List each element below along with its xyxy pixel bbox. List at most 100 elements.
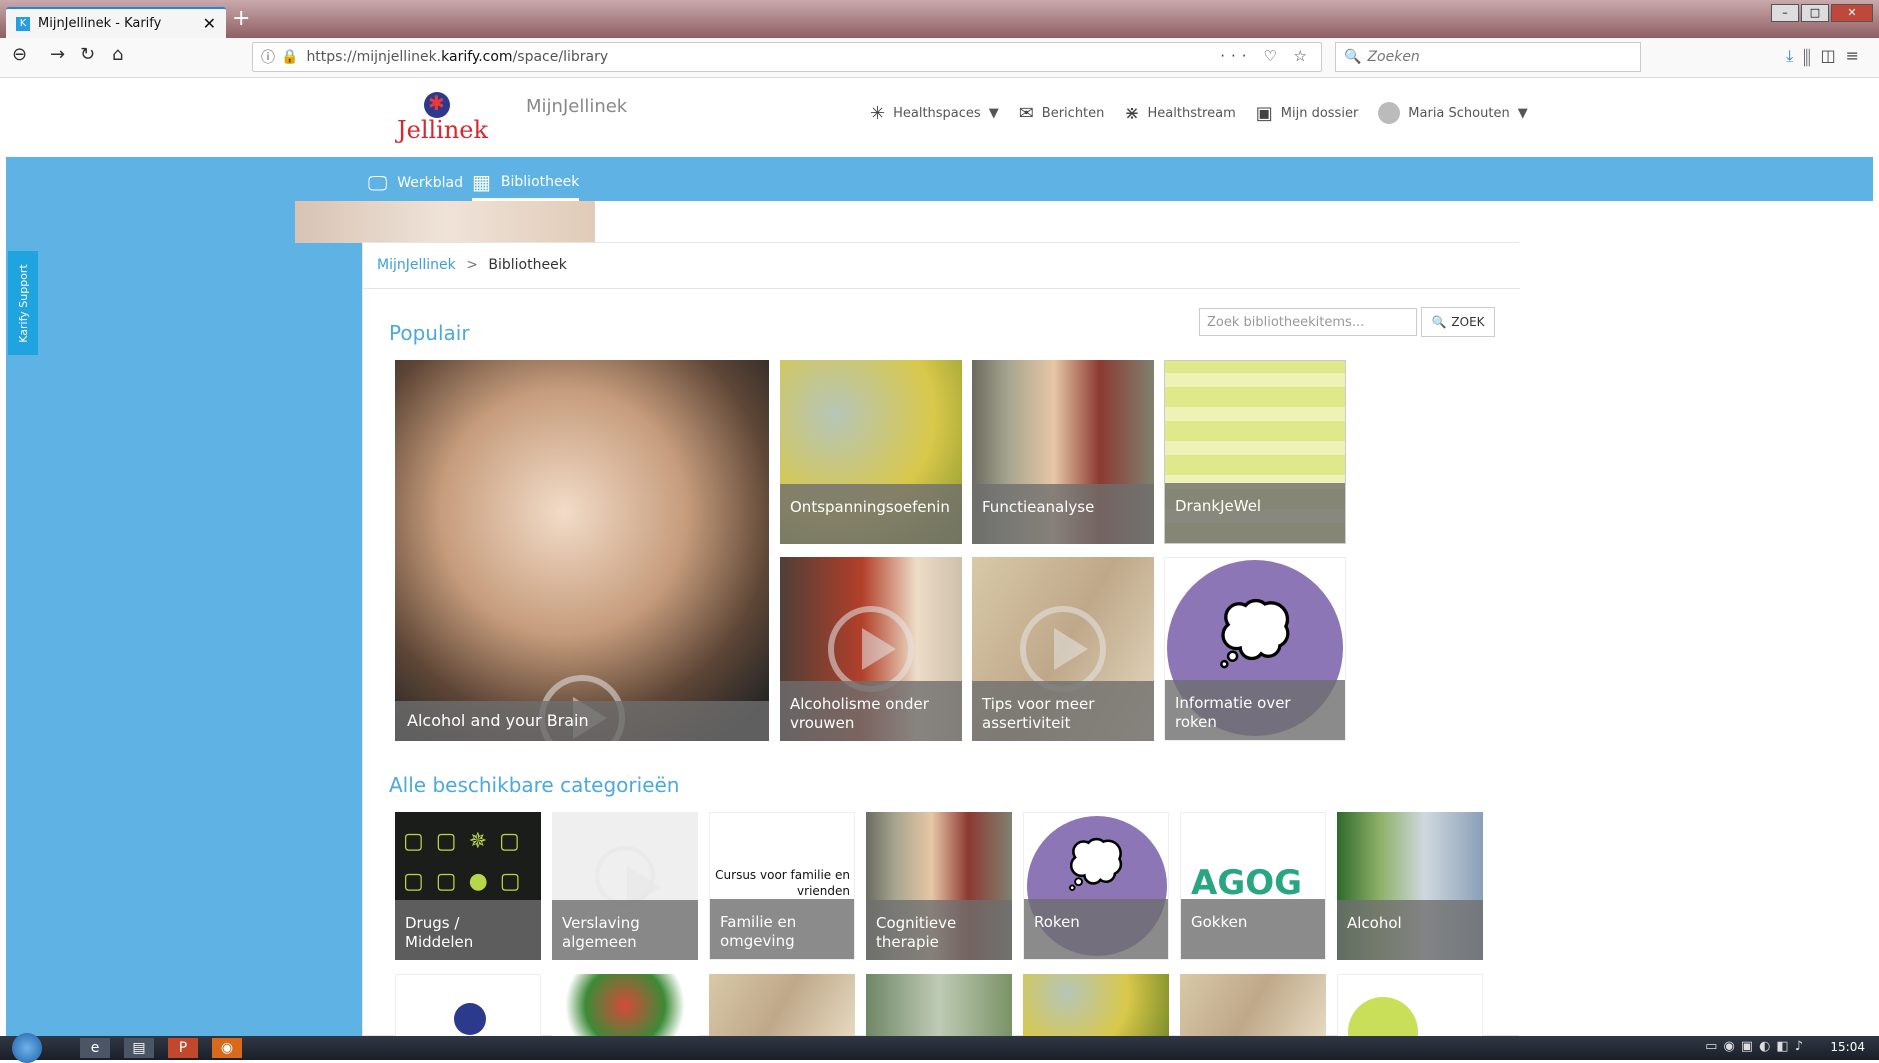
clock[interactable]: 15:04 — [1830, 1040, 1865, 1054]
chevron-down-icon: ▼ — [988, 105, 999, 121]
category-tile-partial[interactable] — [1023, 974, 1169, 1037]
tab-werkblad-label: Werkblad — [397, 175, 464, 191]
maximize-icon[interactable]: □ — [1801, 4, 1829, 22]
category-tile-alcohol[interactable]: Alcohol — [1337, 812, 1483, 960]
nav-user-menu[interactable]: Maria Schouten ▼ — [1378, 102, 1528, 124]
background-hand-image — [295, 201, 595, 243]
gokken-logo: AGOG — [1191, 863, 1303, 903]
category-tile-roken[interactable]: 💭 Roken — [1023, 812, 1169, 960]
tile-caption: Drugs / Middelen — [395, 900, 541, 960]
leaf-logo-icon — [1348, 997, 1418, 1036]
jellinek-star-icon — [424, 91, 450, 118]
category-tile-verslaving[interactable]: Verslaving algemeen — [552, 812, 698, 960]
nav-healthstream[interactable]: ⋇ Healthstream — [1124, 103, 1235, 124]
reload-icon[interactable]: ↻ — [80, 44, 95, 65]
tile-caption: DrankJeWel — [1165, 483, 1345, 543]
library-search-input[interactable]: Zoek bibliotheekitems... — [1199, 308, 1417, 336]
search-button-label: ZOEK — [1451, 315, 1485, 329]
familie-thumb-text: Cursus voor familie en vrienden — [715, 868, 850, 898]
minimize-icon[interactable]: – — [1771, 4, 1799, 22]
popular-tile-ontspanning[interactable]: Ontspanningsoefenin — [780, 360, 962, 544]
sub-nav: 🖵 Werkblad ▦ Bibliotheek — [6, 157, 1873, 201]
tile-caption: Gokken — [1181, 899, 1325, 959]
tile-caption: Cognitieve therapie — [866, 900, 1012, 960]
category-tile-familie[interactable]: Cursus voor familie en vrienden Familie … — [709, 812, 855, 960]
category-tile-drugs[interactable]: ▢▢✵▢ ▢▢●▢ Drugs / Middelen — [395, 812, 541, 960]
browser-search-placeholder: Zoeken — [1367, 49, 1420, 65]
browser-tab[interactable]: K MijnJellinek - Karify ✕ — [6, 7, 226, 38]
back-icon[interactable]: ⊖ — [12, 44, 27, 65]
category-tile-gokken[interactable]: AGOG Gokken — [1180, 812, 1326, 960]
search-icon: 🔍 — [1344, 49, 1362, 65]
library-search-button[interactable]: 🔍 ZOEK — [1421, 307, 1495, 337]
chevron-down-icon: ▼ — [1517, 105, 1528, 121]
category-tile-partial[interactable] — [1180, 974, 1326, 1037]
ie-icon[interactable]: e — [80, 1038, 110, 1058]
tab-title: MijnJellinek - Karify — [38, 16, 162, 31]
tile-caption: Alcohol — [1337, 900, 1483, 960]
category-tile-partial[interactable] — [709, 974, 855, 1037]
home-icon[interactable]: ⌂ — [112, 44, 123, 65]
download-icon[interactable]: ⤓ — [1786, 46, 1803, 65]
browser-search-input[interactable]: 🔍 Zoeken — [1335, 42, 1641, 72]
popular-tile-alcoholisme[interactable]: Alcoholisme onder vrouwen — [780, 557, 962, 741]
category-tile-partial[interactable] — [1337, 974, 1483, 1037]
play-icon — [1020, 606, 1106, 692]
popular-tile-drankjewel[interactable]: DrankJeWel — [1164, 360, 1346, 544]
popular-tile-functieanalyse[interactable]: Functieanalyse — [972, 360, 1154, 544]
pipe-icon: 💭 — [1067, 837, 1125, 891]
jellinek-star-icon — [454, 1003, 486, 1035]
tile-caption: Informatie over roken — [1165, 680, 1345, 740]
category-tile-partial[interactable] — [395, 974, 541, 1037]
nav-mijn-dossier[interactable]: ▣ Mijn dossier — [1256, 103, 1359, 124]
jellinek-logo[interactable]: Jellinek — [397, 91, 489, 148]
start-button-icon[interactable] — [12, 1033, 42, 1063]
categories-heading: Alle beschikbare categorieën — [389, 773, 680, 797]
karify-support-tab[interactable]: Karify Support — [8, 251, 38, 355]
nav-healthspaces[interactable]: ✳ Healthspaces ▼ — [870, 103, 999, 124]
library-icon[interactable]: ⫼ — [1803, 46, 1820, 65]
forward-icon[interactable]: → — [50, 44, 65, 65]
nav-healthspaces-label: Healthspaces — [893, 105, 981, 121]
nav-berichten[interactable]: ✉ Berichten — [1019, 103, 1105, 124]
nav-mijn-dossier-label: Mijn dossier — [1280, 105, 1359, 121]
system-tray-icons[interactable]: ▭◉▣◐◧♪ — [1705, 1039, 1809, 1054]
library-search-placeholder: Zoek bibliotheekitems... — [1207, 314, 1365, 330]
powerpoint-icon[interactable]: P — [168, 1038, 198, 1058]
breadcrumb-home[interactable]: MijnJellinek — [377, 257, 456, 273]
tab-werkblad[interactable]: 🖵 Werkblad — [368, 165, 463, 201]
category-tile-cognitieve[interactable]: Cognitieve therapie — [866, 812, 1012, 960]
sidebar-icon[interactable]: ◫ — [1820, 46, 1845, 65]
drug-icons: ▢▢✵▢ ▢▢●▢ — [403, 829, 533, 894]
browser-navbar: ⊖ → ↻ ⌂ ⓘ 🔒 https://mijnjellinek. karify.… — [0, 38, 1879, 78]
category-tile-partial[interactable] — [552, 974, 698, 1037]
popular-tile-assertiviteit[interactable]: Tips voor meer assertiviteit — [972, 557, 1154, 741]
tile-caption: Alcohol and your Brain — [395, 701, 769, 741]
toolbar-icons: ⤓⫼◫≡ — [1786, 46, 1869, 66]
healthstream-icon: ⋇ — [1124, 102, 1140, 124]
play-icon — [828, 606, 914, 692]
explorer-icon[interactable]: ▤ — [124, 1038, 154, 1058]
close-tab-icon[interactable]: ✕ — [203, 14, 216, 33]
main-nav: ✳ Healthspaces ▼ ✉ Berichten ⋇ Healthstr… — [870, 102, 1528, 124]
lock-icon: 🔒 — [281, 49, 299, 65]
tab-bibliotheek[interactable]: ▦ Bibliotheek — [472, 165, 580, 201]
info-icon[interactable]: ⓘ — [261, 47, 275, 67]
taskbar: e ▤ P ◉ ▭◉▣◐◧♪ 15:04 — [0, 1033, 1879, 1063]
site-header: Jellinek MijnJellinek ✳ Healthspaces ▼ ✉… — [6, 78, 1873, 157]
firefox-icon[interactable]: ◉ — [212, 1038, 242, 1058]
popular-tile-roken-info[interactable]: 💭 Informatie over roken — [1164, 557, 1346, 741]
url-bar[interactable]: ⓘ 🔒 https://mijnjellinek. karify.com/spac… — [252, 42, 1322, 72]
window-controls: – □ ✕ — [1771, 4, 1873, 22]
popular-tile-alcohol-brain[interactable]: Alcohol and your Brain — [395, 360, 769, 741]
page-actions-icon[interactable]: ··· ♡ ☆ — [1220, 47, 1313, 65]
close-window-icon[interactable]: ✕ — [1831, 4, 1873, 22]
category-tile-partial[interactable] — [866, 974, 1012, 1037]
new-tab-icon[interactable]: + — [232, 6, 250, 31]
logo-text: Jellinek — [397, 116, 489, 144]
support-label: Karify Support — [16, 263, 30, 343]
menu-icon[interactable]: ≡ — [1846, 46, 1869, 65]
tab-bibliotheek-label: Bibliotheek — [500, 173, 580, 190]
background-left — [6, 201, 362, 1036]
grid-icon: ▦ — [472, 169, 491, 194]
